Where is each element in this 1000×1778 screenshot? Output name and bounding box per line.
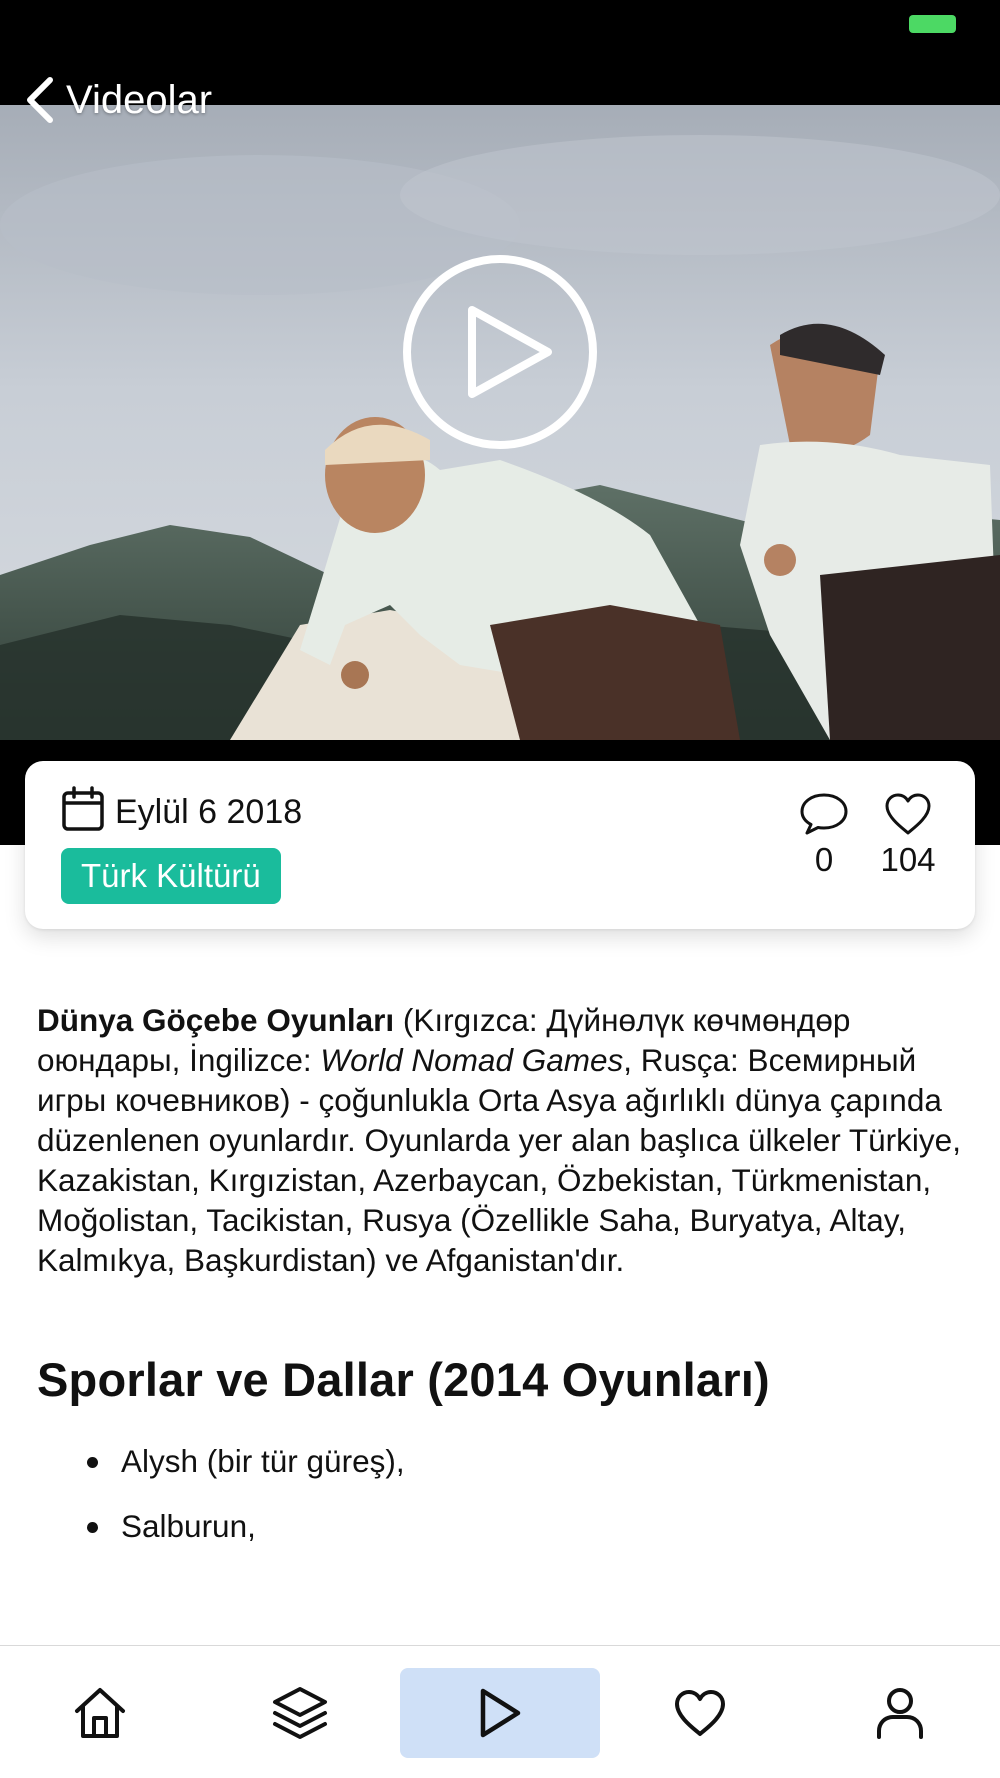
layers-icon [273,1687,327,1739]
list-item: Salburun, [37,1506,967,1546]
comments-count: 0 [814,841,834,878]
publish-date: Eylül 6 2018 [115,793,303,831]
likes-count: 104 [880,841,936,878]
play-video-button[interactable] [400,252,600,452]
article-intro: Dünya Göçebe Oyunları (Kırgızca: Дүйнөлү… [37,1000,967,1280]
video-info-card: Eylül 6 2018 Türk Kültürü 0 104 [25,761,975,929]
comments-stat[interactable]: 0 [784,791,864,879]
tab-videos[interactable] [400,1668,600,1758]
heart-icon [885,793,931,835]
back-label: Videolar [66,77,213,122]
home-icon [75,1688,125,1738]
play-icon [480,1688,521,1738]
bottom-tab-bar [0,1645,1000,1778]
chevron-left-icon [27,77,53,123]
likes-stat[interactable]: 104 [868,791,948,879]
tab-favorites[interactable] [650,1668,750,1758]
tab-home[interactable] [50,1668,150,1758]
user-icon [877,1688,923,1739]
calendar-icon [62,785,104,831]
play-circle-icon [403,255,597,449]
tab-profile[interactable] [850,1668,950,1758]
battery-icon [909,15,956,33]
section-heading: Sporlar ve Dallar (2014 Oyunları) [37,1353,770,1406]
category-tag[interactable]: Türk Kültürü [61,848,281,904]
status-bar [0,0,1000,50]
sports-list: Alysh (bir tür güreş), Salburun, [37,1441,967,1546]
back-button[interactable]: Videolar [22,72,212,128]
comment-icon [800,793,848,835]
heart-icon [675,1690,725,1736]
date-row: Eylül 6 2018 [61,785,302,832]
intro-bold: Dünya Göçebe Oyunları [37,1002,395,1038]
intro-italic: World Nomad Games [320,1042,624,1078]
tab-categories[interactable] [250,1668,350,1758]
list-item: Alysh (bir tür güreş), [37,1441,967,1481]
article-content: Dünya Göçebe Oyunları (Kırgızca: Дүйнөлү… [37,1000,967,1571]
